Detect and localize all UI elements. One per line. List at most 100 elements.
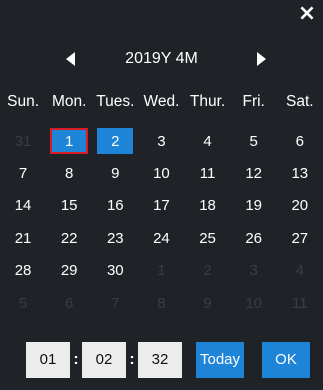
- day-label: 6: [295, 132, 304, 150]
- day-cell[interactable]: 1: [138, 255, 184, 287]
- day-cell[interactable]: 27: [277, 222, 323, 254]
- day-cell[interactable]: 25: [185, 222, 231, 254]
- day-cell[interactable]: 16: [92, 190, 138, 222]
- day-label: 25: [199, 229, 216, 247]
- day-label: 7: [111, 294, 120, 312]
- day-cell[interactable]: 30: [92, 255, 138, 287]
- day-cell[interactable]: 11: [277, 287, 323, 319]
- day-cell[interactable]: 31: [0, 125, 46, 157]
- minutes-field[interactable]: 02: [82, 342, 126, 378]
- day-cell[interactable]: 11: [185, 157, 231, 189]
- day-cell[interactable]: 8: [138, 287, 184, 319]
- time-footer: 01 : 02 : 32 Today OK: [0, 340, 323, 380]
- day-label: 10: [245, 294, 263, 312]
- month-title: 2019Y 4M: [125, 50, 198, 67]
- weekday-mon: Mon.: [51, 93, 87, 110]
- day-cell[interactable]: 6: [46, 287, 92, 319]
- weekday-sat: Sat.: [286, 93, 314, 110]
- day-label: 11: [199, 165, 216, 183]
- day-label: 5: [249, 132, 258, 150]
- day-label: 5: [18, 294, 28, 312]
- date-time-picker: × 2019Y 4M Sun. Mon. Tues. Wed. Thur. Fr…: [0, 0, 323, 390]
- day-label: 9: [111, 165, 120, 183]
- day-cell[interactable]: 21: [0, 222, 46, 254]
- day-cell[interactable]: 12: [231, 157, 277, 189]
- next-month-icon[interactable]: [257, 52, 266, 66]
- day-label: 16: [106, 197, 124, 215]
- day-label: 2: [97, 128, 134, 155]
- day-cell[interactable]: 9: [92, 157, 138, 189]
- day-cell[interactable]: 13: [277, 157, 323, 189]
- day-label: 21: [14, 229, 32, 247]
- day-label: 28: [14, 262, 32, 280]
- weekday-sun: Sun.: [7, 93, 39, 110]
- day-label: 27: [291, 229, 309, 247]
- day-cell[interactable]: 5: [0, 287, 46, 319]
- weekday-wed: Wed.: [143, 93, 180, 110]
- day-label: 6: [65, 294, 74, 312]
- day-label: 23: [106, 229, 124, 247]
- day-label: 20: [291, 197, 309, 215]
- day-cell[interactable]: 19: [231, 190, 277, 222]
- day-cell[interactable]: 3: [138, 125, 184, 157]
- day-cell[interactable]: 18: [185, 190, 231, 222]
- day-cell[interactable]: 5: [231, 125, 277, 157]
- day-label: 26: [245, 229, 263, 247]
- weekday-fri: Fri.: [242, 93, 265, 110]
- day-cell[interactable]: 22: [46, 222, 92, 254]
- weekday-thu: Thur.: [189, 93, 226, 110]
- day-cell[interactable]: 14: [0, 190, 46, 222]
- today-button[interactable]: Today: [196, 342, 244, 378]
- day-cell[interactable]: 17: [138, 190, 184, 222]
- day-cell[interactable]: 7: [0, 157, 46, 189]
- day-label: 22: [60, 229, 78, 247]
- day-cell[interactable]: 10: [138, 157, 184, 189]
- day-cell[interactable]: 6: [277, 125, 323, 157]
- day-cell[interactable]: 8: [46, 157, 92, 189]
- day-label: 1: [157, 262, 166, 280]
- day-cell[interactable]: 20: [277, 190, 323, 222]
- day-cell[interactable]: 10: [231, 287, 277, 319]
- day-cell[interactable]: 3: [231, 255, 277, 287]
- day-label: 2: [203, 262, 212, 280]
- day-label: 4: [203, 132, 212, 150]
- day-label: 8: [157, 294, 166, 312]
- day-label: 19: [245, 197, 263, 215]
- day-label: 12: [245, 165, 263, 183]
- day-cell[interactable]: 15: [46, 190, 92, 222]
- day-cell[interactable]: 28: [0, 255, 46, 287]
- day-label: 4: [295, 262, 304, 280]
- day-label: 10: [153, 165, 170, 183]
- day-cell[interactable]: 2: [185, 255, 231, 287]
- day-cell[interactable]: 4: [185, 125, 231, 157]
- day-label: 18: [199, 197, 216, 215]
- day-label: 30: [106, 262, 124, 280]
- day-label: 8: [65, 165, 74, 183]
- ok-button[interactable]: OK: [262, 342, 310, 378]
- close-icon[interactable]: ×: [297, 2, 317, 26]
- time-separator: :: [73, 351, 79, 368]
- day-label: 1: [50, 128, 89, 155]
- day-cell[interactable]: 26: [231, 222, 277, 254]
- hours-field[interactable]: 01: [26, 342, 70, 378]
- day-label: 11: [292, 294, 308, 312]
- day-cell[interactable]: 7: [92, 287, 138, 319]
- day-cell[interactable]: 23: [92, 222, 138, 254]
- day-label: 13: [291, 165, 309, 183]
- days-grid: 31 1 2 3 4 5 6 7 8 9 10 11 12 13 14 15 16 17 18 19 20 21 22 23 2…: [0, 125, 323, 319]
- month-header: 2019Y 4M: [0, 38, 323, 82]
- time-separator: :: [129, 351, 135, 368]
- day-label: 15: [60, 197, 78, 215]
- seconds-field[interactable]: 32: [138, 342, 182, 378]
- day-cell[interactable]: 24: [138, 222, 184, 254]
- day-label: 7: [18, 165, 28, 183]
- day-cell[interactable]: 1: [46, 125, 92, 157]
- day-cell[interactable]: 2: [92, 125, 138, 157]
- day-cell[interactable]: 29: [46, 255, 92, 287]
- day-label: 31: [14, 132, 32, 150]
- day-label: 29: [60, 262, 78, 280]
- weekday-row: Sun. Mon. Tues. Wed. Thur. Fri. Sat.: [0, 88, 323, 116]
- day-label: 17: [153, 197, 170, 215]
- day-cell[interactable]: 4: [277, 255, 323, 287]
- day-cell[interactable]: 9: [185, 287, 231, 319]
